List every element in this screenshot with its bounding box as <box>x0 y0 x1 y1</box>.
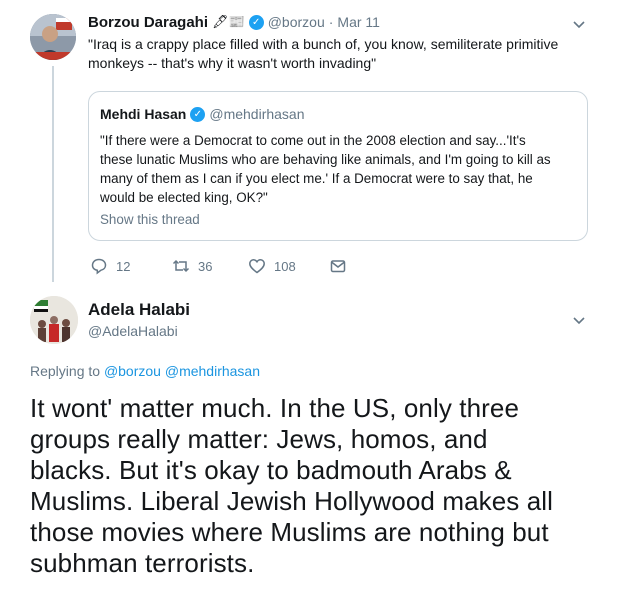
tweet1-separator: · <box>328 14 334 30</box>
tweet2-text-line: subhman terrorists. <box>30 548 255 578</box>
tweet2-text-line: blacks. But it's okay to badmouth Arabs … <box>30 455 512 485</box>
avatar-borzou[interactable] <box>30 14 76 60</box>
replying-to-user-link[interactable]: @mehdirhasan <box>165 363 260 379</box>
tweet1-author-emoji: 🖋📰 <box>212 14 245 29</box>
tweet1-text-line: monkeys -- that's why it wasn't worth in… <box>88 55 377 71</box>
chevron-down-icon[interactable] <box>572 313 586 327</box>
thread-line <box>52 66 54 282</box>
direct-message-button[interactable] <box>329 257 347 275</box>
tweet1-actions: 12 36 108 <box>90 257 490 277</box>
replying-to-user-link[interactable]: @borzou <box>104 363 161 379</box>
chevron-down-icon[interactable] <box>572 17 586 31</box>
verified-badge-icon: ✓ <box>248 14 264 30</box>
tweet1-date[interactable]: Mar 11 <box>337 14 380 30</box>
tweet2-handle[interactable]: @AdelaHalabi <box>88 323 178 339</box>
quote-text: "If there were a Democrat to come out in… <box>100 131 551 207</box>
tweet2-text-line: Muslims. Liberal Jewish Hollywood makes … <box>30 486 554 516</box>
replying-to: Replying to @borzou @mehdirhasan <box>30 363 260 379</box>
tweet2-text-line: those movies where Muslims are nothing b… <box>30 517 549 547</box>
tweet1-text-line: "Iraq is a crappy place filled with a bu… <box>88 36 559 52</box>
tweet1-text: "Iraq is a crappy place filled with a bu… <box>88 35 588 73</box>
retweet-count: 36 <box>198 258 213 274</box>
verified-badge-icon: ✓ <box>190 106 206 122</box>
tweet2-text: It wont' matter much. In the US, only th… <box>30 393 615 579</box>
quote-header: Mehdi Hasan ✓ @mehdirhasan <box>100 106 305 122</box>
avatar-borzou-image <box>30 14 76 60</box>
tweet2-text-line: groups really matter: Jews, homos, and <box>30 424 488 454</box>
quote-text-line: would be elected king, OK?" <box>100 190 268 205</box>
retweet-button[interactable]: 36 <box>172 257 212 275</box>
retweet-icon <box>172 259 190 273</box>
quoted-tweet[interactable]: Mehdi Hasan ✓ @mehdirhasan "If there wer… <box>88 91 588 241</box>
envelope-icon <box>330 260 346 273</box>
like-button[interactable]: 108 <box>248 257 296 275</box>
heart-icon <box>249 259 265 274</box>
quote-text-line: these lunatic Muslims who are behaving l… <box>100 152 551 167</box>
reply-icon <box>91 258 107 275</box>
tweet2-author-name[interactable]: Adela Halabi <box>88 300 190 320</box>
quote-text-line: many of them as I can if you elect me.' … <box>100 171 533 186</box>
like-count: 108 <box>274 258 296 274</box>
show-thread-link[interactable]: Show this thread <box>100 212 200 227</box>
quote-text-line: "If there were a Democrat to come out in… <box>100 133 526 148</box>
tweet1-author-name[interactable]: Borzou Daragahi <box>88 14 208 31</box>
reply-button[interactable]: 12 <box>90 257 130 275</box>
quote-author-name[interactable]: Mehdi Hasan <box>100 106 186 122</box>
avatar-adela-image <box>30 296 78 344</box>
quote-handle[interactable]: @mehdirhasan <box>209 106 304 122</box>
replying-to-label: Replying to <box>30 363 101 379</box>
avatar-adela[interactable] <box>30 296 78 344</box>
tweet1-header: Borzou Daragahi 🖋📰 ✓ @borzou · Mar 11 <box>88 13 380 31</box>
reply-count: 12 <box>116 258 131 274</box>
tweet1-handle[interactable]: @borzou <box>268 14 325 30</box>
tweet2-text-line: It wont' matter much. In the US, only th… <box>30 393 520 423</box>
